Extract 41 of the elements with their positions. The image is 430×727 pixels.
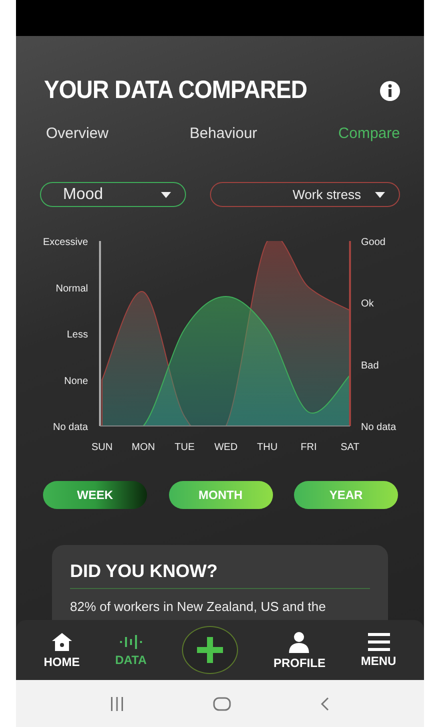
card-text: 82% of workers in New Zealand, US and the (70, 599, 327, 614)
dropdown[interactable]: Work stress (210, 182, 400, 207)
person-icon (288, 630, 310, 652)
day-label: SUN (91, 442, 113, 453)
day-label: THU (257, 442, 278, 453)
axis-label: Bad (361, 360, 379, 372)
day-label: FRI (300, 442, 317, 453)
nav-item[interactable]: HOME (44, 632, 80, 668)
dropdown[interactable]: Mood (40, 182, 186, 207)
tab[interactable]: Overview (46, 125, 109, 142)
tab[interactable]: Behaviour (190, 125, 258, 142)
axis-label: Normal (56, 283, 88, 294)
back-icon[interactable] (320, 696, 330, 710)
dropdown-value: Work stress (292, 187, 361, 202)
axis-label: None (64, 376, 88, 387)
axis-label: Less (66, 330, 88, 340)
day-label: SAT (340, 442, 360, 453)
axis-label: No data (361, 422, 396, 433)
sound-wave-icon (118, 634, 143, 650)
day-label: MON (132, 442, 155, 453)
period-button[interactable]: WEEK (43, 481, 147, 509)
tab[interactable]: Compare (338, 125, 400, 142)
nav-item[interactable]: DATA (115, 634, 147, 666)
caret-icon (375, 192, 385, 198)
page-title: YOUR DATA COMPARED (44, 76, 308, 105)
day-label: WED (214, 442, 238, 453)
plus-icon (197, 637, 224, 663)
axis-label: Good (361, 237, 386, 248)
card-title: DID YOU KNOW? (70, 561, 370, 589)
nav-item[interactable]: MENU (360, 632, 396, 668)
dropdown-value: Mood (63, 186, 104, 204)
axis-label: Excessive (42, 237, 88, 248)
caret-icon (161, 192, 171, 198)
nav-item[interactable]: PROFILE (273, 630, 326, 670)
info-icon[interactable] (380, 80, 400, 100)
day-label: TUE (174, 442, 195, 453)
home-icon (50, 632, 73, 652)
axis-label: No data (52, 422, 88, 433)
recents-icon[interactable] (110, 696, 124, 710)
menu-icon (368, 632, 390, 650)
axis-label: Ok (361, 298, 374, 310)
